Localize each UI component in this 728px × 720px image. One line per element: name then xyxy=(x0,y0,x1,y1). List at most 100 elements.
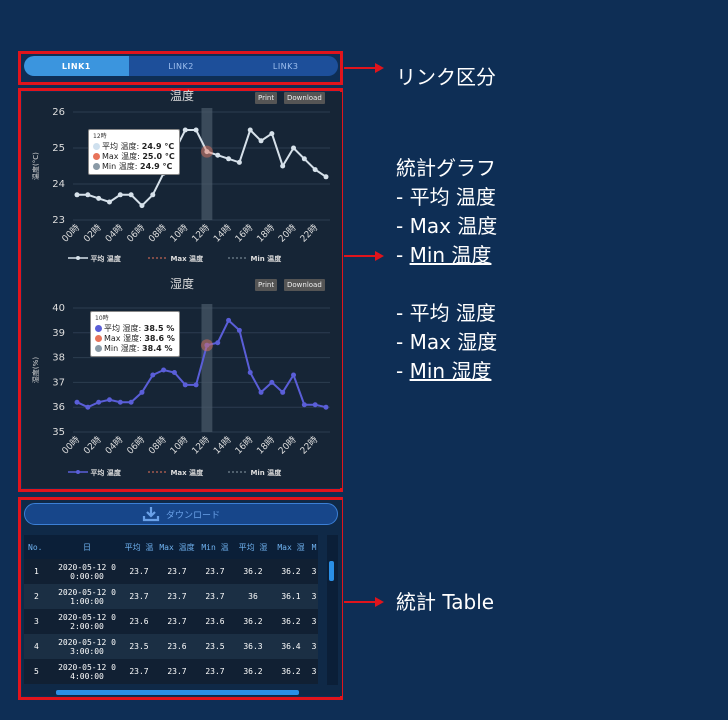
graph-annotation-item: - Max 湿度 xyxy=(396,330,498,354)
chart-tooltip: 10時 平均 湿度: 38.5 % Max 湿度: 38.6 % Min 湿度:… xyxy=(90,311,180,357)
data-point xyxy=(236,159,242,165)
data-point xyxy=(74,399,80,405)
table-row[interactable]: 1 2020-05-12 0 0:00:00 23.7 23.7 23.7 36.2 36.… xyxy=(24,559,318,584)
horizontal-scrollbar[interactable] xyxy=(56,690,299,695)
table-row[interactable]: 2 2020-05-12 0 1:00:00 23.7 23.7 23.7 36 36.1 3 xyxy=(24,584,318,609)
y-tick-label: 35 xyxy=(52,427,65,438)
legend-label: Min 温度 xyxy=(250,255,282,263)
col-header-max-temp[interactable]: Max 温度 xyxy=(158,535,196,559)
x-tick-label: 22時 xyxy=(298,222,320,244)
table-cell: 36.2 xyxy=(234,559,272,584)
tooltip-row: Max 温度: 25.0 °C xyxy=(93,152,175,162)
table-download-button[interactable]: ダウンロード xyxy=(24,503,338,525)
table-cell: 2020-05-12 0 3:00:00 xyxy=(54,634,120,659)
table-cell: 23.6 xyxy=(120,609,158,634)
legend-item-avg: 平均 温度 xyxy=(68,254,121,264)
tooltip-series-name: 平均 温度 xyxy=(102,142,137,151)
table-cell: 23.7 xyxy=(158,559,196,584)
col-header-min-temp[interactable]: Min 温 xyxy=(196,535,234,559)
col-header-avg-temp[interactable]: 平均 温 xyxy=(120,535,158,559)
x-tick-label: 14時 xyxy=(211,222,233,244)
table-cell: 23.7 xyxy=(196,584,234,609)
graph-annotation-item: - Min 湿度 xyxy=(396,357,497,386)
data-point xyxy=(226,156,232,162)
tooltip-row: Max 湿度: 38.6 % xyxy=(95,334,175,344)
x-tick-label: 02時 xyxy=(82,222,104,244)
data-point xyxy=(312,402,318,408)
data-point xyxy=(269,131,275,137)
tabs-arrow xyxy=(344,63,384,73)
table-row[interactable]: 4 2020-05-12 0 3:00:00 23.5 23.6 23.5 36.3 36.… xyxy=(24,634,318,659)
x-tick-label: 16時 xyxy=(233,434,255,456)
table-cell: 23.7 xyxy=(120,584,158,609)
legend-label: Max 温度 xyxy=(170,255,204,263)
tooltip-value: 25.0 °C xyxy=(142,152,175,161)
y-tick-label: 37 xyxy=(52,377,65,388)
table-cell: 36.1 xyxy=(272,584,310,609)
data-point xyxy=(139,203,145,209)
data-point xyxy=(247,127,253,133)
data-point xyxy=(291,145,297,151)
table-row[interactable]: 3 2020-05-12 0 2:00:00 23.6 23.7 23.6 36.2 36.… xyxy=(24,609,318,634)
table-row[interactable]: 5 2020-05-12 0 4:00:00 23.7 23.7 23.7 36.2 36.… xyxy=(24,659,318,684)
tab-link3[interactable]: LINK3 xyxy=(233,56,338,76)
data-point xyxy=(106,397,112,403)
x-tick-label: 06時 xyxy=(125,434,147,456)
x-tick-label: 22時 xyxy=(298,434,320,456)
table-cell: 36.3 xyxy=(234,634,272,659)
vertical-scrollbar[interactable] xyxy=(327,535,338,685)
data-point xyxy=(150,372,156,378)
legend-item-max: Max 温度 xyxy=(148,468,203,478)
chart-tooltip: 12時 平均 温度: 24.9 °C Max 温度: 25.0 °C Min 温… xyxy=(88,129,180,175)
tooltip-series-name: Min 湿度 xyxy=(104,344,137,353)
col-header-date[interactable]: 日 xyxy=(54,535,120,559)
data-point xyxy=(96,195,102,201)
col-header-no[interactable]: No. xyxy=(24,535,54,559)
data-point xyxy=(280,389,286,395)
data-point xyxy=(258,138,264,144)
table-cell: 23.7 xyxy=(158,659,196,684)
table-cell: 5 xyxy=(24,659,54,684)
avg-dot-icon xyxy=(93,143,100,150)
table-cell: 23.7 xyxy=(120,559,158,584)
data-point xyxy=(139,389,145,395)
x-tick-label: 18時 xyxy=(255,222,277,244)
hover-highlight-band xyxy=(201,304,213,432)
data-point xyxy=(106,199,112,205)
legend-item-max: Max 温度 xyxy=(148,254,203,264)
tooltip-series-name: 平均 湿度 xyxy=(104,324,139,333)
line-marker-icon xyxy=(68,470,88,474)
x-tick-label: 20時 xyxy=(276,434,298,456)
legend-label: Max 温度 xyxy=(170,469,204,477)
graph-annotation-item: - 平均 温度 xyxy=(396,185,496,209)
tab-link2[interactable]: LINK2 xyxy=(129,56,234,76)
y-tick-label: 38 xyxy=(52,353,65,364)
table-cell: 2020-05-12 0 4:00:00 xyxy=(54,659,120,684)
table-cell: 23.7 xyxy=(158,584,196,609)
link-section-annotation: リンク区分 xyxy=(396,65,496,89)
table-cell: 23.7 xyxy=(196,559,234,584)
data-point xyxy=(215,152,221,158)
line-marker-icon xyxy=(68,256,88,260)
tooltip-value: 24.9 °C xyxy=(141,142,175,151)
table-cell: 36.2 xyxy=(272,659,310,684)
x-tick-label: 10時 xyxy=(168,434,190,456)
col-header-min-hum[interactable]: M xyxy=(310,535,318,559)
download-label: ダウンロード xyxy=(165,510,220,521)
y-tick-label: 23 xyxy=(52,215,65,226)
data-point xyxy=(117,399,123,405)
x-tick-label: 12時 xyxy=(190,222,212,244)
x-tick-label: 18時 xyxy=(255,434,277,456)
graph-annotation-item: - 平均 湿度 xyxy=(396,301,496,325)
data-point xyxy=(128,399,134,405)
tooltip-row: Min 湿度: 38.4 % xyxy=(95,344,175,354)
tooltip-hour: 12時 xyxy=(93,133,107,140)
graph-annotation-item: - Min 温度 xyxy=(396,241,497,270)
scrollbar-thumb[interactable] xyxy=(329,561,334,581)
data-point xyxy=(301,402,307,408)
tab-link1[interactable]: LINK1 xyxy=(24,56,129,76)
y-tick-label: 36 xyxy=(52,402,65,413)
data-point xyxy=(96,399,102,405)
col-header-avg-hum[interactable]: 平均 湿 xyxy=(234,535,272,559)
col-header-max-hum[interactable]: Max 湿 xyxy=(272,535,310,559)
